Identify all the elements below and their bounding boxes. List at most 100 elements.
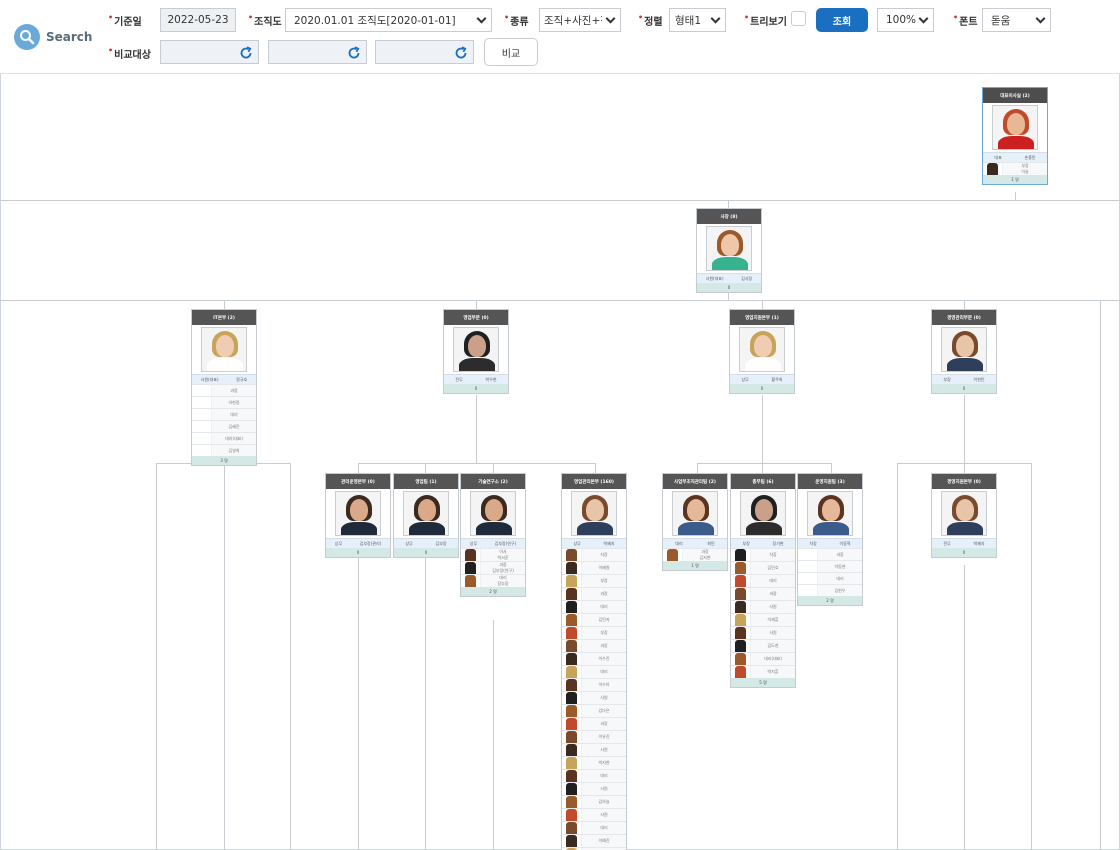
zoom-select[interactable]: 100% (877, 8, 934, 32)
member-thumb (562, 809, 582, 821)
query-button[interactable]: 조회 (816, 8, 868, 32)
member-row[interactable]: 대리(대표) (192, 432, 256, 444)
profile-photo (335, 491, 381, 536)
member-thumb (731, 640, 751, 652)
member-row[interactable]: 사원 (562, 743, 626, 756)
member-row[interactable]: 과장 김지현 (663, 548, 727, 561)
tree-view-label: 트리보기 (744, 13, 787, 28)
compare-target-3[interactable] (375, 40, 474, 64)
member-row[interactable]: 이동현 (798, 560, 862, 572)
member-row[interactable]: 과장 (562, 717, 626, 730)
org-node-team5[interactable]: 사업부조직관리팀 (2) 대리 최민 과장 김지현 1 명 (662, 473, 728, 571)
member-row[interactable]: 김다은 (562, 704, 626, 717)
member-row[interactable]: 과장 (798, 548, 862, 560)
member-row[interactable]: 대리 장부장 (461, 574, 525, 587)
org-node-team4[interactable]: 영업관리본부 (160) 상무 박혜지 차장 이혜원 부장 과장 대리 김민지 부장 과장 이수진 대리… (561, 473, 627, 850)
refresh-icon[interactable] (346, 45, 362, 61)
member-row[interactable]: 박지현 (562, 756, 626, 769)
member-row[interactable]: 부장 (562, 626, 626, 639)
member-row[interactable]: 이유진 (562, 730, 626, 743)
org-node-leader: 대표 손흥민 (983, 152, 1047, 162)
member-thumb (562, 783, 582, 795)
member-row[interactable]: 대리 (731, 574, 795, 587)
member-thumb (562, 679, 582, 691)
member-row[interactable]: 이사 박서준 (461, 548, 525, 561)
profile-photo (941, 491, 987, 536)
member-row[interactable]: 이수진 (562, 652, 626, 665)
org-node-team7[interactable]: 운영지원팀 (3) 차장 이동혁 과장 이동현 대리 김현우 2 명 (797, 473, 863, 606)
member-row[interactable]: 김민호 (731, 561, 795, 574)
member-row[interactable]: 대리 (562, 821, 626, 834)
leader-name: 박혜지 (603, 540, 615, 546)
member-row[interactable]: 과장 (192, 384, 256, 396)
profile-photo (672, 491, 718, 536)
org-node-dept3[interactable]: 영업지원본부 (1) 상무 황주희 0 (729, 309, 795, 394)
member-row[interactable]: 과장 김부장(연구) (461, 561, 525, 574)
org-node-ceo[interactable]: 사장 (8) 사원(대표) 김사장 0 (696, 208, 762, 293)
zoom-select-value: 100% (886, 14, 917, 26)
refresh-icon[interactable] (453, 45, 469, 61)
member-row[interactable]: 김현우 (798, 584, 862, 596)
org-node-team1[interactable]: 관리운영본부 (0) 상무 김부장(관리) 0 (325, 473, 391, 558)
member-row[interactable]: 차장 (562, 548, 626, 561)
sort-select[interactable]: 형태1 (669, 8, 726, 32)
member-row[interactable]: 사원 (562, 691, 626, 704)
member-row[interactable]: 이재훈 (731, 613, 795, 626)
member-row[interactable]: 대리(대표) (731, 652, 795, 665)
org-node-dept1[interactable]: IT본부 (2) 사원(대표) 정규호 과장 이현정 대리 김혜진 대리(대표) 김영희 3 명 (191, 309, 257, 466)
org-node-title: 사업부조직관리팀 (2) (663, 474, 727, 489)
member-row[interactable]: 김도현 (731, 639, 795, 652)
member-row[interactable]: 이현정 (192, 396, 256, 408)
member-row[interactable]: 부장 (562, 574, 626, 587)
member-row[interactable]: 이예진 (562, 834, 626, 847)
member-row[interactable]: 김민지 (562, 613, 626, 626)
org-node-team3[interactable]: 기술연구소 (2) 상무 김부장(연구) 이사 박서준 과장 김부장(연구) 대리 장부장 2 명 (460, 473, 526, 597)
member-thumb (731, 653, 751, 665)
member-label: 과장 (582, 640, 626, 652)
member-row[interactable]: 이수아 (562, 678, 626, 691)
tree-view-checkbox[interactable] (791, 11, 806, 26)
member-row[interactable]: 김하늘 (562, 795, 626, 808)
org-node-dept2[interactable]: 영업부문 (0) 전무 박우현 0 (443, 309, 509, 394)
base-date-input[interactable]: 2022-05-23 (160, 8, 236, 32)
org-chart-select[interactable]: 2020.01.01 조직도[2020-01-01] (285, 8, 492, 32)
font-select[interactable]: 돋움 (982, 8, 1051, 32)
refresh-icon[interactable] (238, 45, 254, 61)
member-row[interactable]: 사원 (731, 600, 795, 613)
member-row[interactable]: 대리 (562, 769, 626, 782)
member-row[interactable]: 이혜원 (562, 561, 626, 574)
member-row[interactable]: 박지훈 (731, 665, 795, 678)
member-label: 과장 (582, 718, 626, 730)
member-row[interactable]: 사원 (562, 808, 626, 821)
org-node-team2[interactable]: 영업팀 (1) 상무 김부장 0 (393, 473, 459, 558)
type-select[interactable]: 조직+사진+직 (539, 8, 621, 32)
member-label: 대리 (212, 409, 256, 420)
member-row[interactable]: 과장 (562, 639, 626, 652)
org-node-team6[interactable]: 총무팀 (6) 부장 장기현 차장 김민호 대리 과장 사원 이재훈 사원 김도현 대리(대표) 박지훈… (730, 473, 796, 688)
org-chart-select-value: 2020.01.01 조직도[2020-01-01] (294, 14, 456, 27)
member-row[interactable]: 김혜진 (192, 420, 256, 432)
org-node-dept4[interactable]: 경영관리부문 (0) 부장 이현민 0 (931, 309, 997, 394)
member-row[interactable]: 사원 (731, 626, 795, 639)
member-row[interactable]: 대리 (562, 600, 626, 613)
org-node-team8[interactable]: 경영지원본부 (0) 전무 박혜지 0 (931, 473, 997, 558)
member-row[interactable]: 사원 (562, 782, 626, 795)
org-node-root[interactable]: 대표이사실 (2) 대표 손흥민 부장 이슬 1 명 (982, 87, 1048, 185)
member-row[interactable]: 김영희 (192, 444, 256, 456)
leader-position: 부장 (742, 540, 750, 546)
member-label: 과장 (582, 588, 626, 600)
connector-line (425, 555, 426, 850)
member-row[interactable]: 부장 이슬 (983, 162, 1047, 175)
member-row[interactable]: 과장 (731, 587, 795, 600)
member-thumb (798, 573, 818, 584)
member-row[interactable]: 대리 (562, 665, 626, 678)
compare-target-2[interactable] (268, 40, 367, 64)
member-row[interactable]: 차장 (731, 548, 795, 561)
member-row[interactable]: 과장 (562, 587, 626, 600)
compare-target-1[interactable] (160, 40, 259, 64)
member-row[interactable]: 대리 (798, 572, 862, 584)
member-label: 김도현 (751, 640, 795, 652)
compare-button[interactable]: 비교 (484, 38, 538, 66)
member-row[interactable]: 대리 (192, 408, 256, 420)
member-label: 이혜원 (582, 562, 626, 574)
